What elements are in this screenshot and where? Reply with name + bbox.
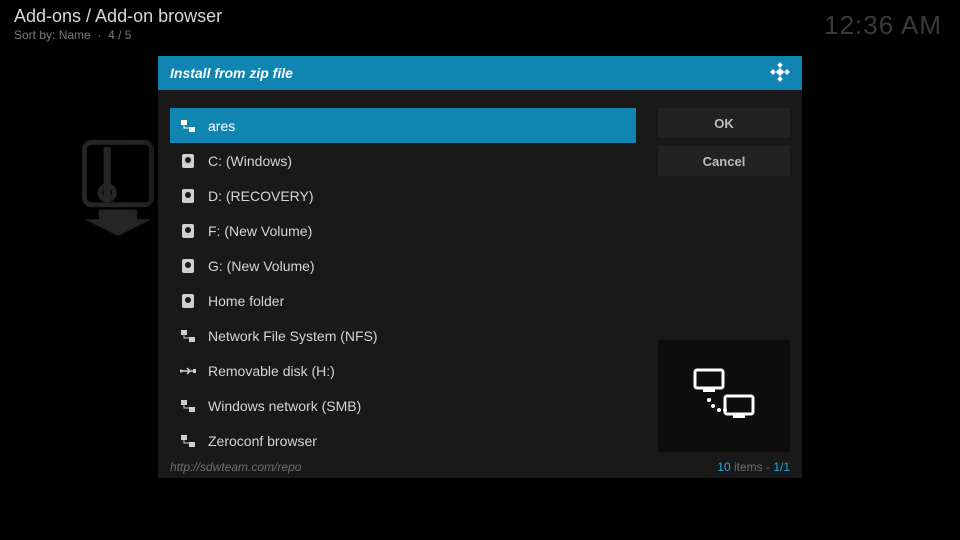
zip-install-icon (82, 138, 154, 238)
network-icon (180, 400, 196, 412)
drive-icon (180, 259, 196, 273)
list-item-label: D: (RECOVERY) (208, 188, 314, 204)
network-icon (180, 435, 196, 447)
list-item-label: Zeroconf browser (208, 433, 317, 449)
list-item[interactable]: ares (170, 108, 636, 143)
sort-label: Sort by: (14, 28, 55, 42)
list-item[interactable]: Zeroconf browser (170, 423, 636, 458)
sort-line: Sort by: Name · 4 / 5 (14, 28, 222, 42)
source-list: ares C: (Windows) D: (RECOVERY) F: (New … (170, 108, 636, 456)
ok-button[interactable]: OK (658, 108, 790, 138)
current-path: http://sdwteam.com/repo (170, 460, 301, 474)
drive-icon (180, 294, 196, 308)
list-item-label: G: (New Volume) (208, 258, 315, 274)
item-count-suffix: items - (731, 460, 774, 474)
list-position: 4 / 5 (108, 28, 131, 42)
usb-icon (180, 366, 196, 376)
list-item[interactable]: C: (Windows) (170, 143, 636, 178)
network-share-icon (689, 366, 759, 426)
list-item[interactable]: Removable disk (H:) (170, 353, 636, 388)
list-item[interactable]: D: (RECOVERY) (170, 178, 636, 213)
drive-icon (180, 224, 196, 238)
list-item-label: Removable disk (H:) (208, 363, 335, 379)
list-item-label: ares (208, 118, 235, 134)
network-icon (180, 120, 196, 132)
list-item[interactable]: Home folder (170, 283, 636, 318)
list-item-label: F: (New Volume) (208, 223, 312, 239)
preview-thumbnail (658, 340, 790, 452)
sort-value: Name (59, 28, 91, 42)
dialog-footer: http://sdwteam.com/repo 10 items - 1/1 (158, 456, 802, 478)
breadcrumb: Add-ons / Add-on browser (14, 6, 222, 27)
network-icon (180, 330, 196, 342)
install-from-zip-dialog: Install from zip file ares (158, 56, 802, 478)
list-item-label: Network File System (NFS) (208, 328, 378, 344)
dialog-title: Install from zip file (170, 65, 293, 81)
list-item-label: Windows network (SMB) (208, 398, 361, 414)
list-item[interactable]: F: (New Volume) (170, 213, 636, 248)
list-item-label: C: (Windows) (208, 153, 292, 169)
drive-icon (180, 154, 196, 168)
item-count: 10 (717, 460, 730, 474)
page-indicator: 1/1 (773, 460, 790, 474)
dialog-titlebar: Install from zip file (158, 56, 802, 90)
drive-icon (180, 189, 196, 203)
cancel-button[interactable]: Cancel (658, 146, 790, 176)
list-item-label: Home folder (208, 293, 284, 309)
kodi-logo-icon (770, 62, 790, 85)
clock: 12:36 AM (824, 10, 942, 41)
list-item[interactable]: G: (New Volume) (170, 248, 636, 283)
list-item[interactable]: Windows network (SMB) (170, 388, 636, 423)
list-item[interactable]: Network File System (NFS) (170, 318, 636, 353)
